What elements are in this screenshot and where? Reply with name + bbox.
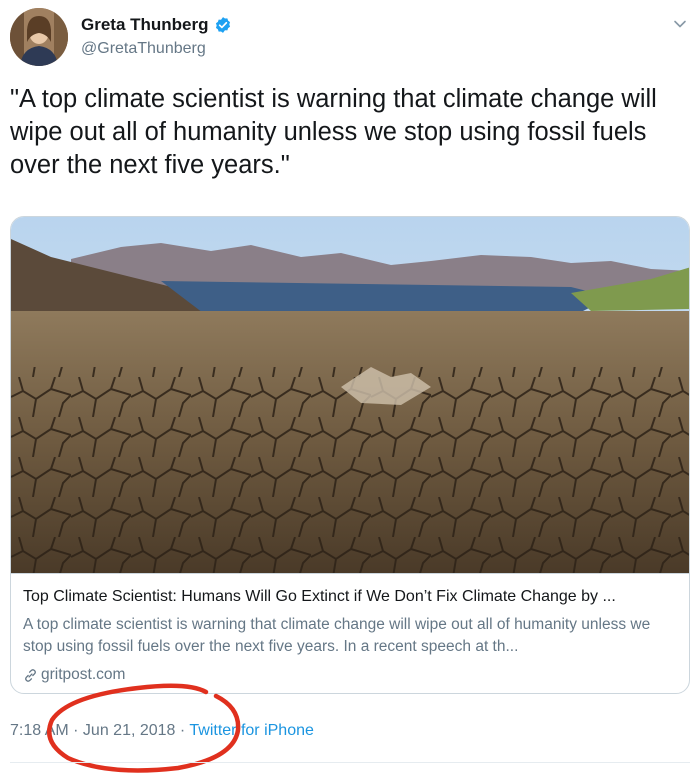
avatar-photo: [10, 8, 68, 66]
verified-badge-icon: [215, 17, 230, 33]
avatar[interactable]: [10, 8, 68, 66]
tweet-header: Greta Thunberg @GretaThunberg: [10, 6, 690, 70]
card-title: Top Climate Scientist: Humans Will Go Ex…: [23, 588, 616, 605]
name-row: Greta Thunberg: [81, 15, 232, 35]
chevron-down-icon[interactable]: [672, 16, 688, 32]
card-domain: gritpost.com: [23, 666, 125, 684]
author-handle[interactable]: @GretaThunberg: [81, 40, 206, 58]
card-info: Top Climate Scientist: Humans Will Go Ex…: [11, 573, 689, 693]
bottom-divider: [10, 762, 690, 763]
card-domain-text: gritpost.com: [41, 666, 126, 683]
author-name[interactable]: Greta Thunberg: [81, 15, 209, 35]
tweet-text: "A top climate scientist is warning that…: [10, 85, 657, 179]
meta-separator: ·: [68, 722, 83, 739]
link-card[interactable]: Top Climate Scientist: Humans Will Go Ex…: [10, 216, 690, 694]
tweet-time[interactable]: 7:18 AM: [10, 722, 69, 739]
card-description: A top climate scientist is warning that …: [23, 616, 651, 655]
tweet-date[interactable]: Jun 21, 2018: [83, 722, 176, 739]
link-icon: [25, 668, 36, 682]
meta-separator: ·: [175, 722, 190, 739]
card-image-cracked-earth: [11, 217, 689, 573]
tweet-source[interactable]: Twitter for iPhone: [189, 722, 314, 739]
tweet-meta: 7:18 AM · Jun 21, 2018 · Twitter for iPh…: [10, 722, 314, 740]
